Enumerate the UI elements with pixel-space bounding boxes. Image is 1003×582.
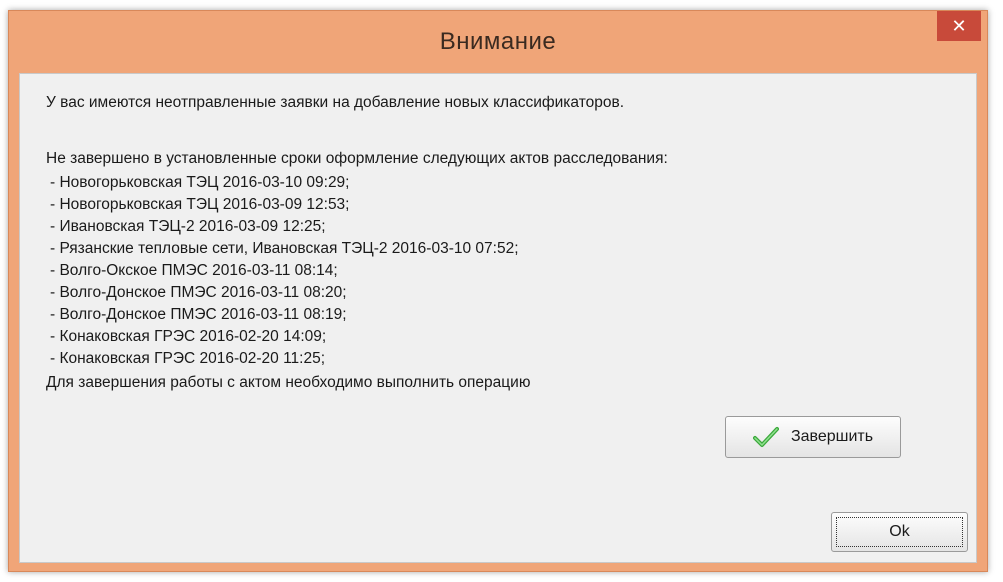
unsent-requests-message: У вас имеются неотправленные заявки на д… [46, 94, 625, 111]
acts-list: - Новогорьковская ТЭЦ 2016-03-10 09:29; … [50, 172, 519, 370]
list-item: - Конаковская ГРЭС 2016-02-20 11:25; [50, 350, 326, 367]
check-icon [752, 426, 779, 448]
list-item: - Волго-Окское ПМЭС 2016-03-11 08:14; [50, 262, 338, 279]
title-bar[interactable]: Внимание ✕ [9, 11, 987, 73]
list-item: - Конаковская ГРЭС 2016-02-20 14:09; [50, 328, 327, 345]
list-item: - Волго-Донское ПМЭС 2016-03-11 08:19; [50, 306, 347, 323]
dialog-window: Внимание ✕ У вас имеются неотправленные … [8, 10, 988, 572]
list-item: - Ивановская ТЭЦ-2 2016-03-09 12:25; [50, 218, 326, 235]
focus-rect [836, 517, 963, 547]
list-item: - Рязанские тепловые сети, Ивановская ТЭ… [50, 240, 519, 257]
list-item: - Новогорьковская ТЭЦ 2016-03-10 09:29; [50, 174, 350, 191]
list-item: - Волго-Донское ПМЭС 2016-03-11 08:20; [50, 284, 347, 301]
finish-button-label: Завершить [790, 428, 874, 445]
list-item: - Новогорьковская ТЭЦ 2016-03-09 12:53; [50, 196, 350, 213]
close-button[interactable]: ✕ [937, 11, 981, 41]
dialog-title: Внимание [439, 28, 557, 55]
ok-button[interactable]: Ok [831, 512, 968, 552]
dialog-body: У вас имеются неотправленные заявки на д… [19, 73, 977, 563]
overdue-acts-message: Не завершено в установленные сроки оформ… [46, 150, 668, 167]
finish-button[interactable]: Завершить [725, 416, 901, 458]
close-icon: ✕ [951, 15, 967, 36]
finish-instruction: Для завершения работы с актом необходимо… [46, 374, 531, 391]
